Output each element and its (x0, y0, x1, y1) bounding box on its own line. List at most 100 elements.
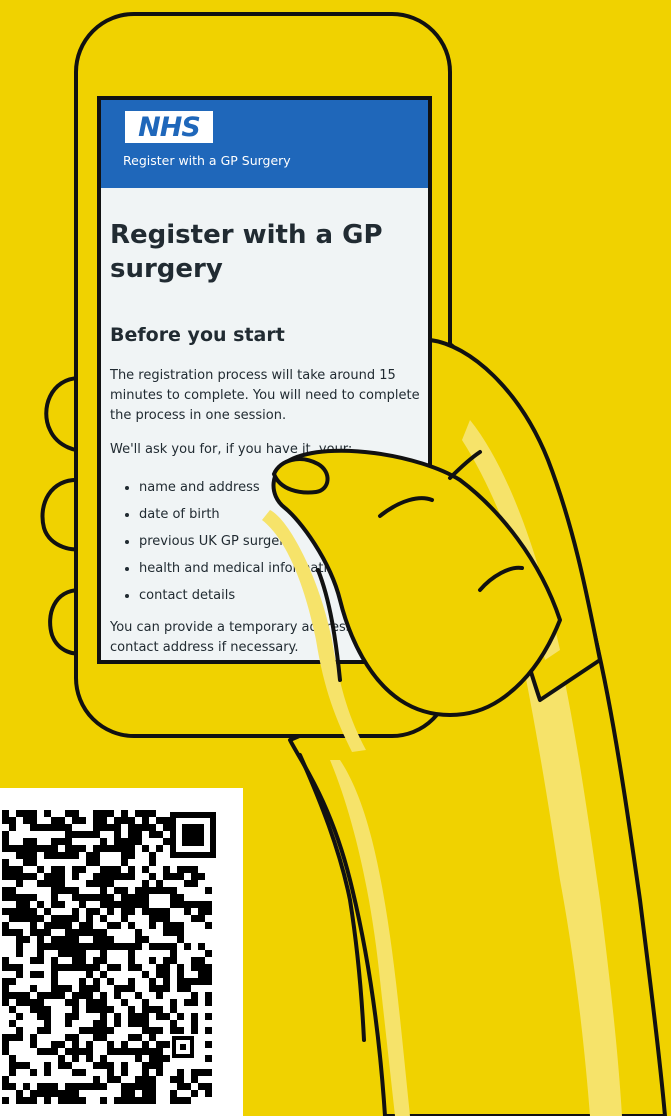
qr-module (51, 957, 58, 964)
qr-module (121, 901, 128, 908)
qr-module (149, 1062, 156, 1069)
qr-module (100, 810, 107, 817)
qr-module (163, 922, 170, 929)
qr-module (142, 810, 149, 817)
qr-module (30, 852, 37, 859)
qr-module (44, 1027, 51, 1034)
qr-module (51, 1048, 58, 1055)
qr-module (156, 817, 163, 824)
qr-module (65, 1020, 72, 1027)
qr-module (58, 922, 65, 929)
qr-module (30, 1090, 37, 1097)
qr-module (170, 957, 177, 964)
qr-module (93, 880, 100, 887)
qr-module (93, 1076, 100, 1083)
qr-module (79, 950, 86, 957)
qr-module (37, 824, 44, 831)
qr-module (100, 999, 107, 1006)
qr-module (114, 873, 121, 880)
qr-module (135, 810, 142, 817)
qr-module (9, 978, 16, 985)
qr-module (121, 1041, 128, 1048)
qr-module (170, 1006, 177, 1013)
qr-module (100, 1013, 107, 1020)
qr-module (191, 1027, 198, 1034)
qr-module (9, 915, 16, 922)
qr-module (198, 1083, 205, 1090)
qr-module (86, 859, 93, 866)
qr-module (198, 915, 205, 922)
qr-module (149, 831, 156, 838)
qr-module (2, 894, 9, 901)
qr-module (114, 1076, 121, 1083)
qr-module (44, 1048, 51, 1055)
qr-module (93, 964, 100, 971)
qr-module (72, 999, 79, 1006)
qr-module (107, 1069, 114, 1076)
qr-module (128, 1034, 135, 1041)
qr-module (65, 985, 72, 992)
qr-module (65, 1083, 72, 1090)
qr-module (16, 1090, 23, 1097)
qr-module (142, 1097, 149, 1104)
qr-code-icon[interactable] (0, 788, 243, 1116)
qr-module (100, 824, 107, 831)
nhs-logo[interactable]: NHS (125, 111, 213, 143)
qr-module (86, 915, 93, 922)
qr-module (149, 824, 156, 831)
qr-module (37, 999, 44, 1006)
qr-module (58, 880, 65, 887)
qr-module (135, 943, 142, 950)
qr-module (149, 1097, 156, 1104)
qr-module (163, 943, 170, 950)
qr-module (44, 1013, 51, 1020)
qr-module (58, 873, 65, 880)
qr-module (121, 915, 128, 922)
qr-module (30, 810, 37, 817)
qr-module (163, 1041, 170, 1048)
qr-module (142, 908, 149, 915)
qr-module (170, 1027, 177, 1034)
qr-module (121, 873, 128, 880)
qr-module (177, 866, 184, 873)
qr-module (205, 922, 212, 929)
qr-module (51, 852, 58, 859)
qr-code-panel[interactable] (0, 788, 243, 1116)
qr-module (100, 943, 107, 950)
qr-module (16, 866, 23, 873)
nhs-logo-text: NHS (138, 111, 201, 143)
qr-module (100, 838, 107, 845)
qr-module (2, 999, 9, 1006)
qr-module (79, 964, 86, 971)
list-item: contact details (121, 582, 343, 609)
qr-module (128, 943, 135, 950)
qr-module (2, 859, 9, 866)
qr-module (72, 1013, 79, 1020)
qr-module (142, 817, 149, 824)
qr-module (135, 992, 142, 999)
service-name[interactable]: Register with a GP Surgery (123, 153, 291, 168)
qr-module (128, 873, 135, 880)
qr-module (163, 1055, 170, 1062)
qr-module (163, 866, 170, 873)
qr-module (72, 1090, 79, 1097)
qr-module (44, 852, 51, 859)
qr-module (44, 1069, 51, 1076)
qr-module (107, 908, 114, 915)
qr-module (65, 1062, 72, 1069)
qr-module (142, 1020, 149, 1027)
qr-module (2, 922, 9, 929)
qr-module (72, 1055, 79, 1062)
qr-module (93, 1034, 100, 1041)
qr-module (121, 845, 128, 852)
qr-module (86, 992, 93, 999)
qr-module (128, 866, 135, 873)
qr-module (9, 1034, 16, 1041)
qr-module (135, 824, 142, 831)
qr-module (2, 964, 9, 971)
qr-module (2, 992, 9, 999)
qr-module (9, 1083, 16, 1090)
qr-module (72, 957, 79, 964)
qr-module (205, 964, 212, 971)
qr-module (51, 817, 58, 824)
